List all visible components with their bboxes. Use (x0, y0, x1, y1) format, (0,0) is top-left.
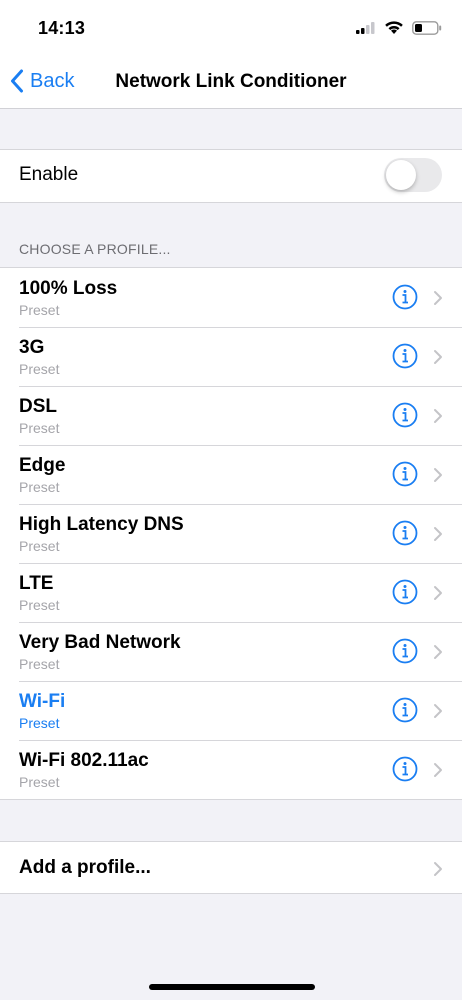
chevron-right-icon (434, 291, 442, 305)
page-title: Network Link Conditioner (115, 71, 347, 92)
section-header: CHOOSE A PROFILE... (19, 241, 171, 257)
cellular-signal-icon (356, 21, 375, 34)
status-time: 14:13 (38, 18, 86, 38)
status-bar: 14:13 (0, 0, 462, 58)
chevron-right-icon (434, 704, 442, 718)
profile-name: Very Bad Network (19, 632, 181, 653)
chevron-right-icon (434, 645, 442, 659)
info-icon[interactable] (392, 461, 418, 487)
profile-name: LTE (19, 573, 54, 594)
info-icon[interactable] (392, 697, 418, 723)
info-icon[interactable] (392, 284, 418, 310)
chevron-right-icon (434, 468, 442, 482)
profile-type: Preset (19, 302, 60, 318)
info-icon[interactable] (392, 638, 418, 664)
profile-type: Preset (19, 715, 60, 731)
chevron-right-icon (434, 350, 442, 364)
profile-row-lte[interactable]: LTE Preset (0, 563, 462, 622)
info-icon[interactable] (392, 756, 418, 782)
status-icons (356, 20, 442, 35)
profile-row-wifi[interactable]: Wi-Fi Preset (0, 681, 462, 740)
profile-name: Wi-Fi (19, 691, 66, 712)
profile-name: Wi-Fi 802.11ac (19, 750, 149, 771)
chevron-right-icon (434, 862, 442, 876)
info-icon[interactable] (392, 402, 418, 428)
profile-row-wifi-802-11ac[interactable]: Wi-Fi 802.11ac Preset (0, 740, 462, 799)
battery-icon (412, 20, 442, 35)
home-indicator[interactable] (149, 984, 315, 990)
profile-name: High Latency DNS (19, 514, 184, 535)
profile-list: 100% Loss Preset 3G Preset DSL Preset Ed… (0, 267, 462, 800)
profile-name: 100% Loss (19, 278, 118, 299)
profile-name: 3G (19, 337, 45, 358)
chevron-right-icon (434, 586, 442, 600)
profile-type: Preset (19, 656, 60, 672)
profile-type: Preset (19, 597, 60, 613)
profile-row-very-bad-network[interactable]: Very Bad Network Preset (0, 622, 462, 681)
chevron-right-icon (434, 409, 442, 423)
profile-type: Preset (19, 538, 60, 554)
enable-toggle[interactable] (384, 158, 442, 192)
info-icon[interactable] (392, 343, 418, 369)
profile-row-high-latency-dns[interactable]: High Latency DNS Preset (0, 504, 462, 563)
chevron-right-icon (434, 527, 442, 541)
profile-type: Preset (19, 361, 60, 377)
profile-type: Preset (19, 420, 60, 436)
chevron-right-icon (434, 763, 442, 777)
profile-row-3g[interactable]: 3G Preset (0, 327, 462, 386)
info-icon[interactable] (392, 579, 418, 605)
info-icon[interactable] (392, 520, 418, 546)
add-profile-row[interactable]: Add a profile... (0, 841, 462, 894)
profile-row-dsl[interactable]: DSL Preset (0, 386, 462, 445)
profile-name: Edge (19, 455, 66, 476)
enable-label: Enable (19, 164, 79, 185)
wifi-icon (385, 21, 403, 34)
navigation-bar: Back Network Link Conditioner (0, 58, 462, 109)
add-profile-label: Add a profile... (19, 857, 151, 878)
profile-row-100-loss[interactable]: 100% Loss Preset (0, 268, 462, 327)
enable-row: Enable (0, 149, 462, 203)
profile-row-edge[interactable]: Edge Preset (0, 445, 462, 504)
profile-type: Preset (19, 479, 60, 495)
profile-type: Preset (19, 774, 60, 790)
toggle-knob (386, 160, 416, 190)
profile-name: DSL (19, 396, 57, 417)
